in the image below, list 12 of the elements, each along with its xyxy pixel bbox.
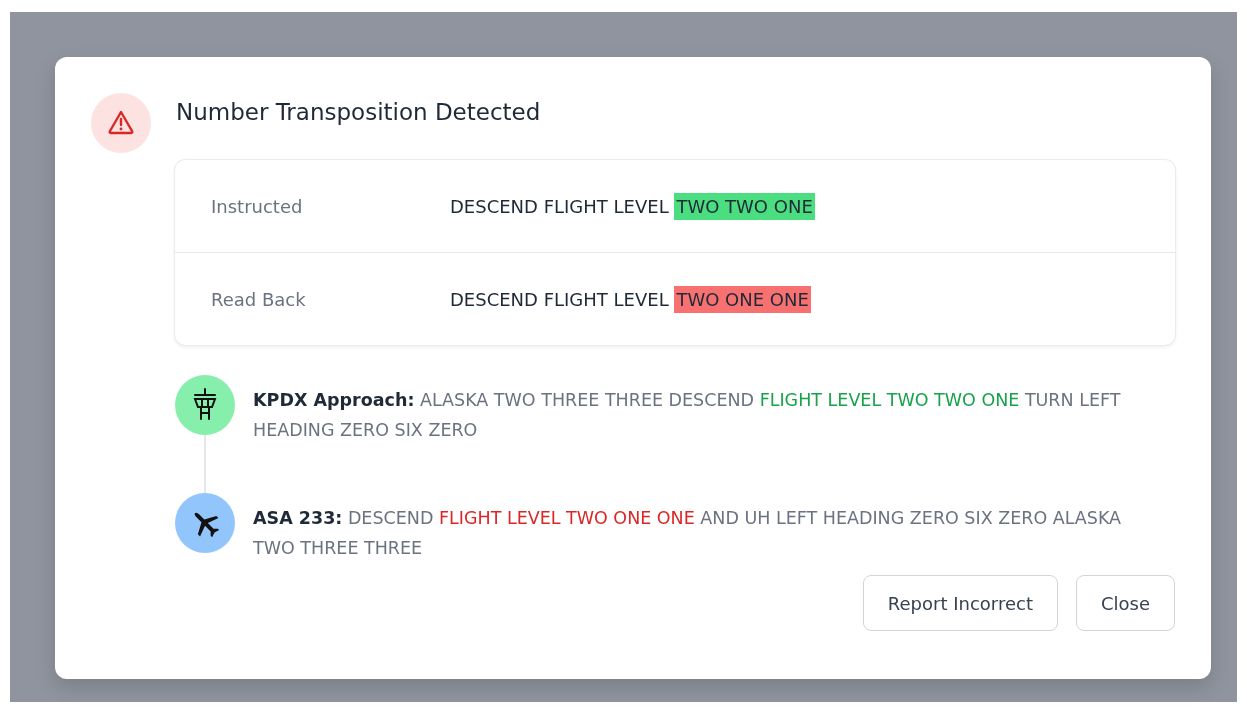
report-button[interactable]: Report Incorrect [862,575,1058,631]
close-button[interactable]: Close [1075,575,1175,631]
row-value: DESCEND FLIGHT LEVEL TWO TWO ONE [450,195,815,217]
airplane-icon [175,493,235,553]
row-label: Instructed [211,195,304,217]
dialog-title: Number Transposition Detected [176,99,541,125]
transcript-message: ASA 233: DESCEND FLIGHT LEVEL TWO ONE ONE AND UH LEFT HEADING ZERO SIX ZERO ALASKA TWO THREE THREE [253,507,1123,560]
row-value: DESCEND FLIGHT LEVEL TWO ONE ONE [450,288,811,310]
transcript-message: KPDX Approach: ALASKA TWO THREE THREE DESCEND FLIGHT LEVEL TWO TWO ONE TURN LEFT HEADING ZERO SIX ZERO [253,389,1122,442]
row-label: Read Back [211,288,307,310]
warning-icon [91,93,151,153]
control-tower-icon [175,375,235,435]
